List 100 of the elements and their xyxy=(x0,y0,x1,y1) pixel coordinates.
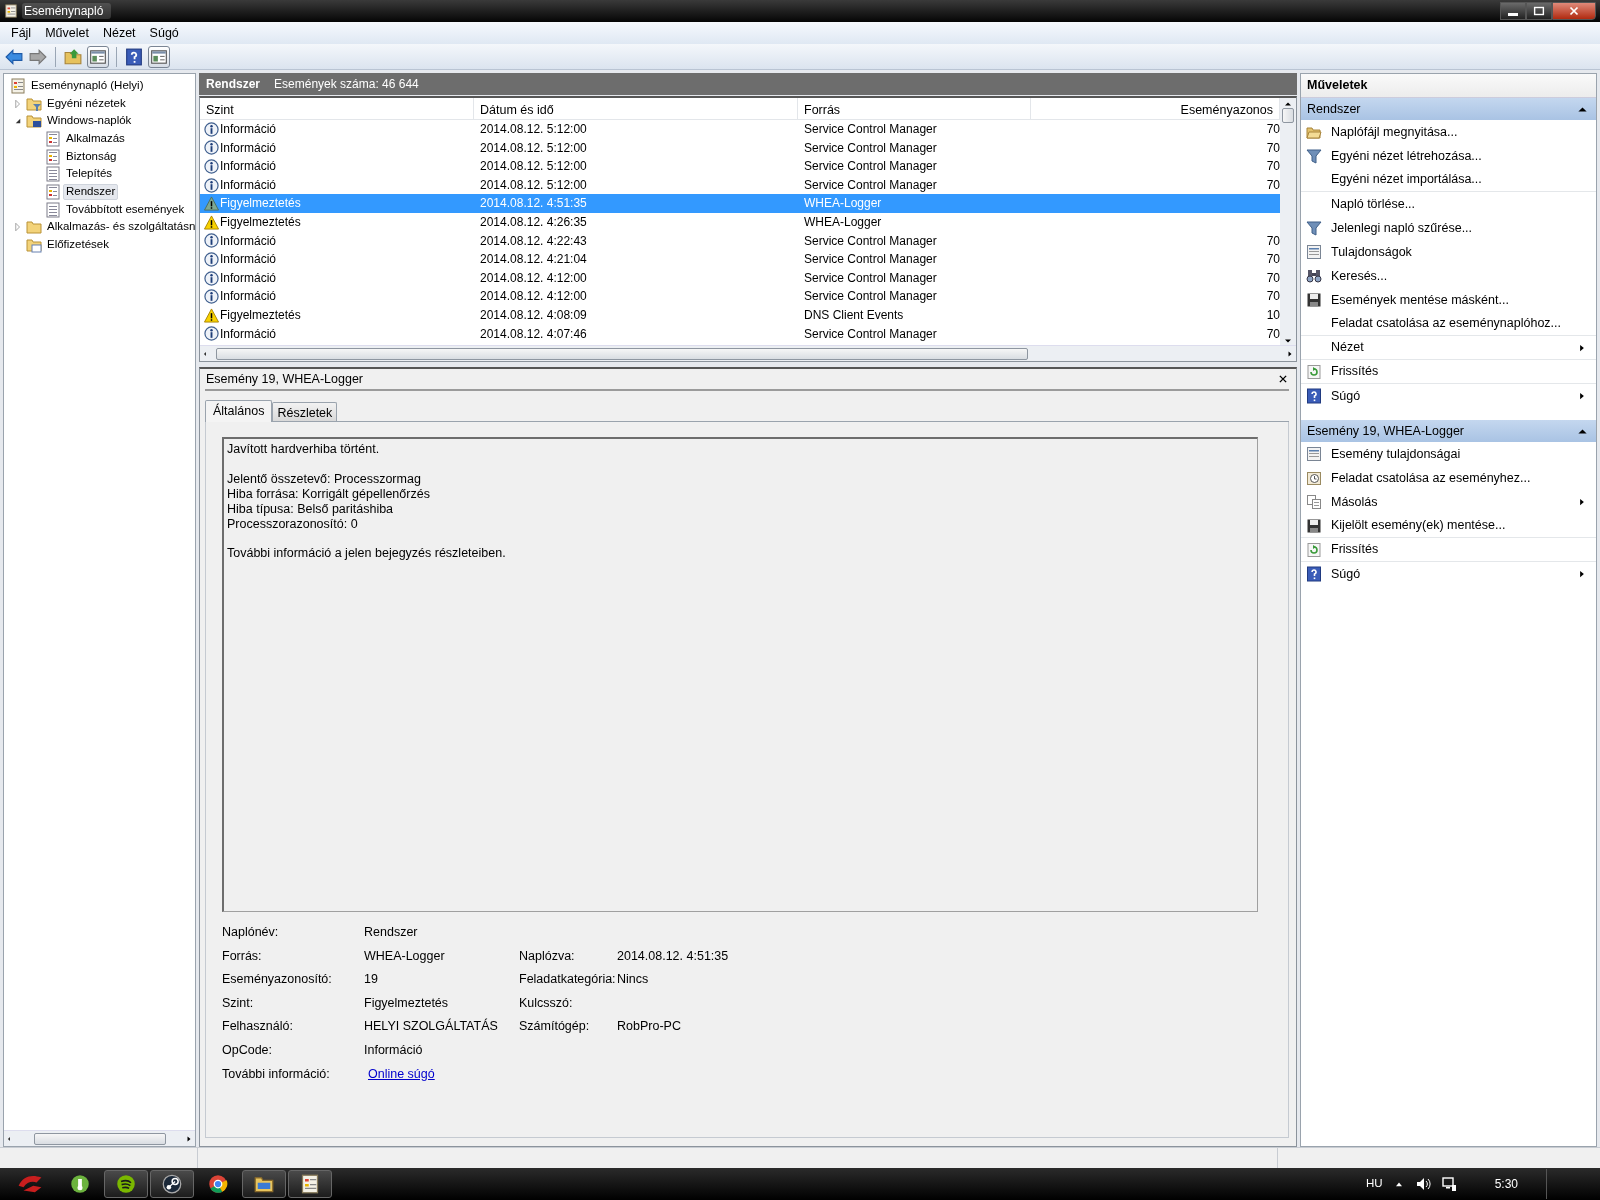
tree-toggle-button[interactable] xyxy=(87,45,109,68)
property-label: Naplónév: xyxy=(222,925,280,941)
action-item[interactable]: Naplófájl megnyitása... xyxy=(1301,120,1596,144)
menu-item[interactable]: Művelet xyxy=(38,23,96,43)
action-item[interactable]: Másolás xyxy=(1301,490,1596,514)
table-cell: Információ xyxy=(220,177,277,193)
tree-item[interactable]: Windows-naplók xyxy=(44,113,135,130)
action-item[interactable]: Tulajdonságok xyxy=(1301,240,1596,264)
tree-item[interactable]: Eseménynapló (Helyi) xyxy=(28,77,147,94)
action-item[interactable]: Keresés... xyxy=(1301,264,1596,288)
action-item[interactable]: Feladat csatolása az eseményhez... xyxy=(1301,466,1596,490)
actions-toggle-button[interactable] xyxy=(148,45,170,68)
tree-item[interactable]: Egyéni nézetek xyxy=(44,95,129,112)
torrent-icon xyxy=(70,1174,90,1194)
minimize-button[interactable] xyxy=(1500,2,1526,20)
menu-item[interactable]: Súgó xyxy=(142,23,186,43)
help-button[interactable] xyxy=(124,46,144,67)
maximize-button[interactable] xyxy=(1526,2,1552,20)
table-cell: 70 xyxy=(1266,233,1280,248)
scroll-thumb[interactable] xyxy=(33,1132,166,1145)
tree-item[interactable]: Alkalmazás- és szolgáltatásn xyxy=(44,219,199,236)
tree-item[interactable]: Előfizetések xyxy=(44,237,112,253)
tree-item[interactable]: Telepítés xyxy=(63,166,116,183)
filter-icon xyxy=(1306,220,1322,236)
clock[interactable]: 5:30 xyxy=(1494,1176,1518,1192)
table-cell-text: 2014.08.12. 4:07:46 xyxy=(479,326,588,341)
action-item[interactable]: Események mentése másként... xyxy=(1301,288,1596,312)
action-item[interactable]: Egyéni nézet importálása... xyxy=(1301,168,1596,192)
details-title: Esemény 19, WHEA-Logger xyxy=(206,371,363,387)
browser-icon xyxy=(208,1174,228,1194)
help-icon xyxy=(125,47,143,66)
table-cell-text: 2014.08.12. 5:12:00 xyxy=(479,177,588,193)
table-cell-text: Service Control Manager xyxy=(803,289,938,304)
table-cell: Információ xyxy=(220,122,277,137)
forward-button[interactable] xyxy=(28,46,48,67)
scroll-thumb[interactable] xyxy=(1282,108,1294,123)
table-cell: Információ xyxy=(220,289,277,304)
action-item[interactable]: Feladat csatolása az eseménynaplóhoz... xyxy=(1301,312,1596,336)
scroll-thumb[interactable] xyxy=(216,347,1028,360)
tree-item[interactable]: Továbbított események xyxy=(63,201,188,218)
action-item[interactable]: Jelenlegi napló szűrése... xyxy=(1301,216,1596,240)
close-button[interactable] xyxy=(1277,373,1289,385)
column-header[interactable]: Dátum és idő xyxy=(474,98,798,119)
tree-item[interactable]: Biztonság xyxy=(63,148,120,165)
section-header[interactable]: Esemény 19, WHEA-Logger xyxy=(1301,420,1596,442)
close-icon xyxy=(1278,374,1288,384)
action-item[interactable]: Súgó xyxy=(1301,384,1596,408)
table-cell: Információ xyxy=(220,140,277,156)
table-cell-text: 2014.08.12. 4:12:00 xyxy=(479,270,588,286)
column-header[interactable]: Szint xyxy=(200,98,474,119)
table-cell-text: DNS Client Events xyxy=(803,308,905,323)
property-value: WHEA-Logger xyxy=(364,948,446,965)
action-item[interactable]: Súgó xyxy=(1301,562,1596,586)
back-button[interactable] xyxy=(4,46,24,67)
speaker-icon xyxy=(1414,1176,1431,1192)
table-cell-text: 2014.08.12. 5:12:00 xyxy=(479,159,588,174)
action-item[interactable]: Frissítés xyxy=(1301,360,1596,384)
info-icon xyxy=(204,289,219,305)
action-item[interactable]: Egyéni nézet létrehozása... xyxy=(1301,144,1596,168)
table-cell: 70 xyxy=(1266,140,1280,155)
info-icon xyxy=(204,121,219,137)
language-indicator[interactable]: HU xyxy=(1366,1177,1383,1191)
menu-item[interactable]: Nézet xyxy=(95,23,143,43)
taskbar-button[interactable] xyxy=(150,1170,194,1198)
up-button[interactable] xyxy=(63,46,83,67)
scrollbar[interactable] xyxy=(1280,98,1296,345)
property-label: További információ: xyxy=(222,1066,331,1083)
folder-icon xyxy=(26,219,42,236)
action-item[interactable]: Esemény tulajdonságai xyxy=(1301,442,1596,466)
section-header[interactable]: Rendszer xyxy=(1301,98,1596,120)
help-link[interactable]: Online súgó xyxy=(364,1066,435,1081)
folder-icon xyxy=(26,237,42,254)
table-cell-text: Service Control Manager xyxy=(803,140,938,156)
taskbar-button[interactable] xyxy=(104,1170,148,1198)
taskbar-button[interactable] xyxy=(242,1170,286,1198)
scrollbar[interactable] xyxy=(4,1130,195,1146)
info-icon xyxy=(204,326,219,342)
property-value: 19 xyxy=(364,972,379,989)
tab[interactable]: Általános xyxy=(205,400,273,422)
table-cell-text: Service Control Manager xyxy=(803,270,938,286)
log-title: Rendszer xyxy=(206,76,261,92)
tab[interactable]: Részletek xyxy=(272,402,338,421)
steam-icon xyxy=(162,1174,182,1194)
action-item[interactable]: Kijelölt esemény(ek) mentése... xyxy=(1301,514,1596,538)
action-item[interactable]: Nézet xyxy=(1301,336,1596,360)
menu-item[interactable]: Fájl xyxy=(4,23,39,43)
action-item[interactable]: Napló törlése... xyxy=(1301,192,1596,216)
tree-item[interactable]: Rendszer xyxy=(63,184,119,200)
table-cell-text: 2014.08.12. 4:08:09 xyxy=(479,308,588,323)
scrollbar[interactable] xyxy=(200,345,1296,361)
taskbar-button[interactable] xyxy=(288,1170,332,1198)
property-label: Felhasználó: xyxy=(222,1019,294,1036)
info-icon xyxy=(204,233,219,249)
copy-icon xyxy=(1306,494,1322,510)
column-header[interactable]: Forrás xyxy=(798,98,1031,119)
property-label: Naplózva: xyxy=(519,948,576,965)
action-item[interactable]: Frissítés xyxy=(1301,538,1596,562)
tree-item[interactable]: Alkalmazás xyxy=(63,131,128,147)
back-arrow-icon xyxy=(5,47,23,66)
table-cell-text: Service Control Manager xyxy=(803,326,938,341)
